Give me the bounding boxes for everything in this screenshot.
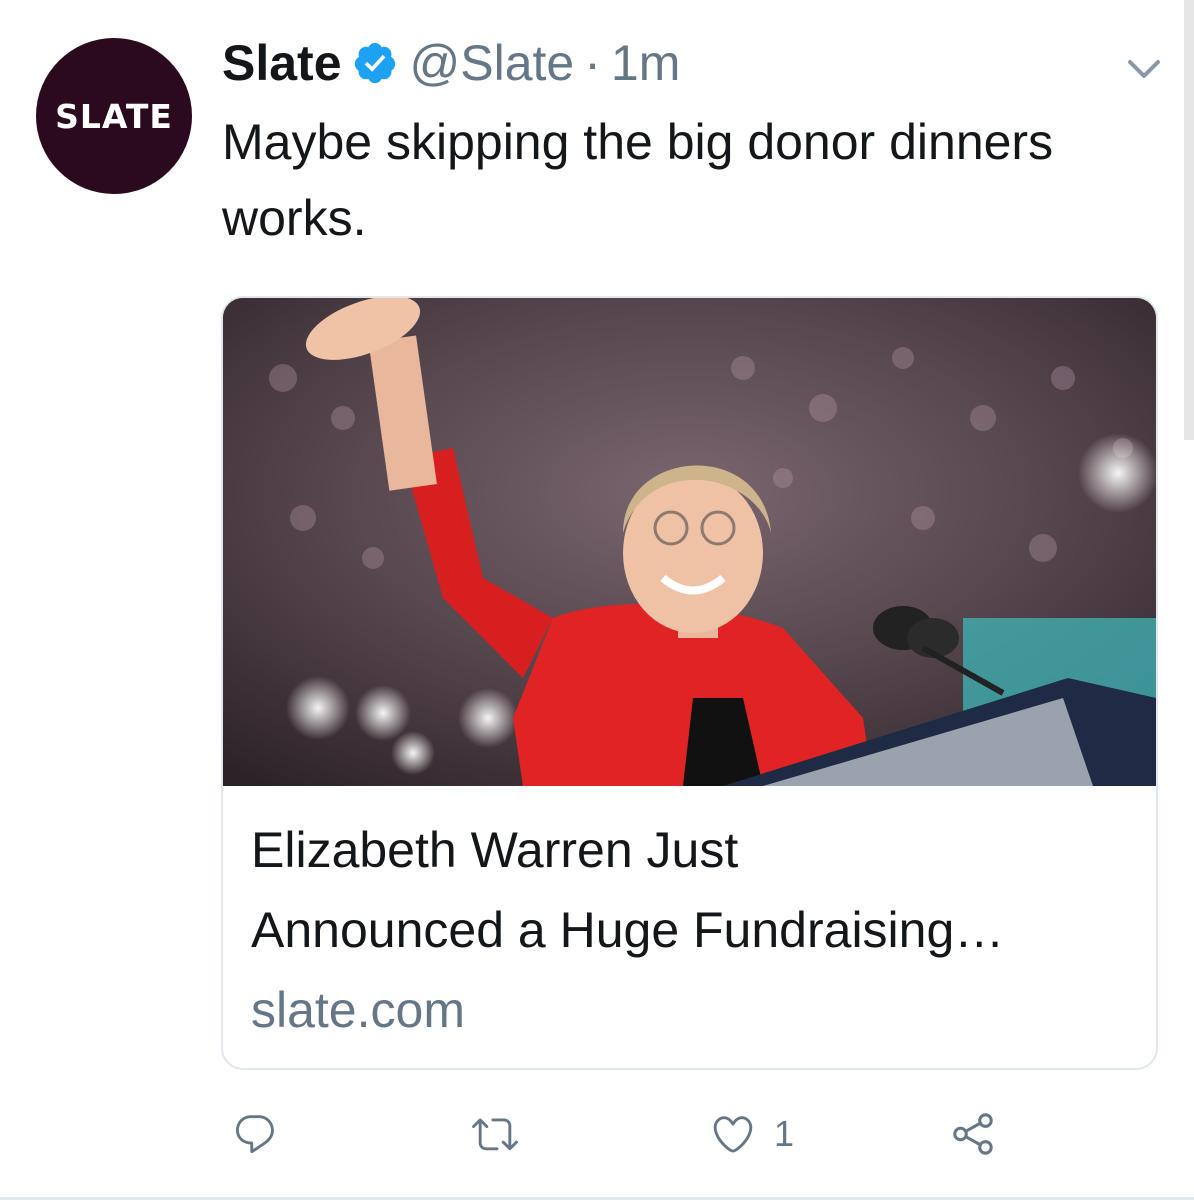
tweet-text: Maybe skipping the big donor dinners wor… <box>222 114 1054 246</box>
reply-icon <box>236 1115 274 1154</box>
link-card[interactable]: Elizabeth Warren Just Announced a Huge F… <box>221 296 1158 1070</box>
card-image[interactable] <box>223 298 1156 786</box>
like-count: 1 <box>774 1113 795 1154</box>
card-title[interactable]: Elizabeth Warren Just Announced a Huge F… <box>251 810 1151 970</box>
heart-icon <box>713 1116 753 1153</box>
like-button[interactable]: 1 <box>710 1104 794 1164</box>
card-title-line-2: Announced a Huge Fundraising… <box>251 902 1005 958</box>
chevron-down-icon[interactable] <box>1124 50 1164 86</box>
scrollbar[interactable] <box>1184 0 1194 440</box>
tweet[interactable]: SLATE Slate @Slate · 1m Maybe skipping t… <box>0 0 1194 1200</box>
avatar-logo-text: SLATE <box>55 96 173 136</box>
timestamp[interactable]: 1m <box>611 34 680 92</box>
tweet-header: Slate @Slate · 1m <box>222 30 680 96</box>
share-button[interactable] <box>950 1104 996 1164</box>
reply-button[interactable] <box>232 1104 278 1164</box>
photo-illustration <box>223 298 1156 786</box>
display-name[interactable]: Slate <box>222 34 342 92</box>
verified-badge-icon <box>354 42 395 84</box>
retweet-button[interactable] <box>472 1104 518 1164</box>
handle[interactable]: @Slate <box>410 34 575 92</box>
retweet-icon <box>472 1118 518 1151</box>
card-domain: slate.com <box>251 982 465 1038</box>
card-title-line-1: Elizabeth Warren Just <box>251 822 739 878</box>
tweet-actions: 1 <box>0 1104 1194 1164</box>
share-icon <box>953 1113 993 1155</box>
avatar[interactable]: SLATE <box>36 38 192 194</box>
separator: · <box>584 35 601 91</box>
